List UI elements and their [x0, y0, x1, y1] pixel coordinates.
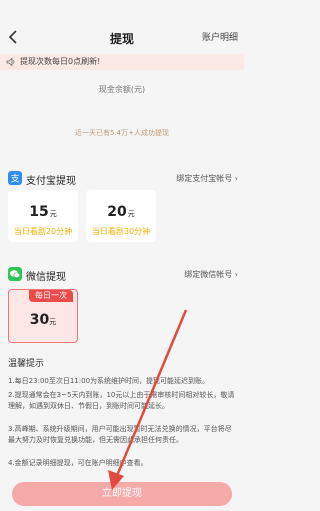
- notice-bar: 提现次数每日0点刷新!: [0, 54, 244, 70]
- tip-item: 2.提现通常会在3~5天内到账，10元以上由于需审核时间相对较长，敬请理解，如遇…: [8, 391, 235, 410]
- alipay-title: 支付宝提现: [26, 176, 76, 187]
- balance-value: [0, 96, 244, 110]
- notice-text: 提现次数每日0点刷新!: [20, 57, 101, 66]
- svg-text:支: 支: [10, 173, 19, 185]
- tip-item: 1.每日23:00至次日11:00为系统维护时间，提现可能延迟到账。: [8, 377, 210, 385]
- tips-title: 温馨提示: [8, 359, 45, 369]
- account-details-link[interactable]: 账户明细: [202, 30, 238, 43]
- balance-label: 现金余额(元): [98, 85, 146, 94]
- alipay-option-20[interactable]: 20元 当日看剧30分钟: [86, 190, 156, 242]
- speaker-icon: [6, 57, 15, 67]
- option-amount: 30元: [29, 312, 57, 328]
- daily-once-badge: 每日一次: [29, 290, 73, 302]
- alipay-section-header: 支 支付宝提现 绑定支付宝帐号 ›: [0, 170, 244, 188]
- wechat-title: 微信提现: [26, 272, 66, 283]
- wechat-section-header: 微信提现 绑定微信帐号 ›: [0, 266, 244, 284]
- header: 提现 账户明细: [0, 0, 244, 46]
- option-amount: 20元: [107, 204, 135, 220]
- option-condition: 当日看剧20分钟: [13, 227, 73, 236]
- tip-item: 4.金额记录明细提现，可在账户明细中查看。: [8, 459, 148, 467]
- bind-wechat-link[interactable]: 绑定微信帐号 ›: [184, 269, 238, 280]
- withdraw-now-button[interactable]: 立即提现: [12, 482, 232, 506]
- wechat-icon: [8, 267, 22, 281]
- success-stats: 近一天已有5.4万+人成功提现: [75, 129, 169, 137]
- wechat-option-30[interactable]: 每日一次 30元: [8, 289, 78, 343]
- tip-item: 3.高峰期、系统升级期间，用户可能出现暂时无法兑换的情况，平台将尽最大努力及时恢…: [8, 425, 232, 444]
- option-amount: 15元: [29, 204, 57, 220]
- alipay-option-15[interactable]: 15元 当日看剧20分钟: [8, 190, 78, 242]
- option-condition: 当日看剧30分钟: [91, 227, 151, 236]
- bind-alipay-link[interactable]: 绑定支付宝帐号 ›: [176, 173, 238, 184]
- alipay-icon: 支: [8, 171, 22, 185]
